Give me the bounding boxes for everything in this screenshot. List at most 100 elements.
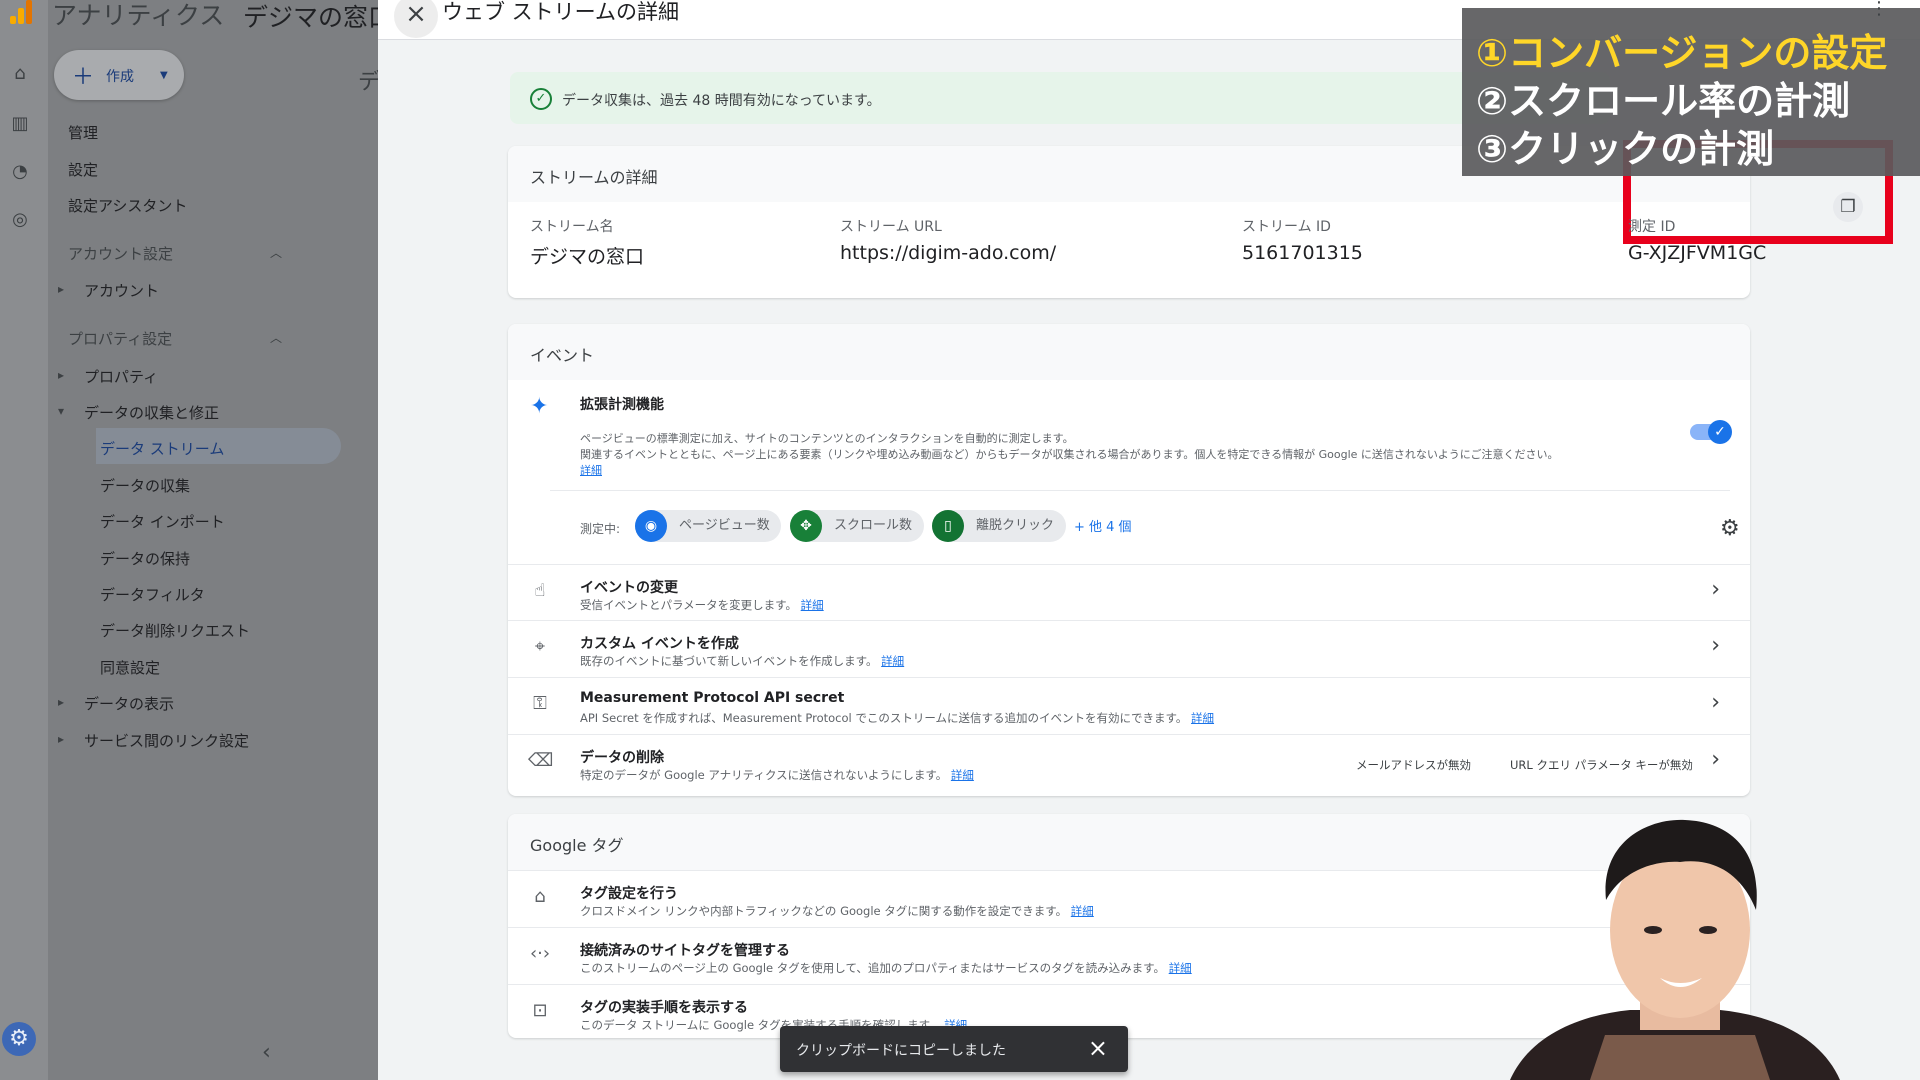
divider bbox=[550, 490, 1730, 491]
sidebar-item-settings[interactable]: 設定 bbox=[68, 159, 98, 180]
sidebar-item-data-retention[interactable]: データの保持 bbox=[100, 548, 190, 569]
chevron-right-icon: › bbox=[1711, 577, 1720, 602]
stream-url-value: https://digim-ado.com/ bbox=[840, 242, 1057, 264]
account-section-header[interactable]: アカウント設定 bbox=[68, 243, 173, 264]
create-label: 作成 bbox=[106, 69, 134, 85]
measurement-id-field: 測定 ID G-XJZJFVM1GC bbox=[1548, 216, 1766, 264]
stream-url-field: ストリーム URL https://digim-ado.com/ bbox=[840, 216, 1056, 264]
analytics-logo bbox=[4, 0, 34, 24]
chevron-right-icon: › bbox=[1711, 747, 1720, 772]
detail-link[interactable]: 詳細 bbox=[951, 768, 974, 782]
reports-icon[interactable]: ▥ bbox=[8, 112, 32, 136]
detail-link[interactable]: 詳細 bbox=[1071, 904, 1094, 918]
measurement-id-value[interactable]: G-XJZJFVM1GC bbox=[1628, 242, 1766, 264]
more-vert-icon[interactable]: ⋮ bbox=[1870, 0, 1888, 19]
row-title: Measurement Protocol API secret bbox=[580, 690, 845, 706]
data-collection-status-banner: ✓ データ収集は、過去 48 時間有効になっています。 bbox=[510, 72, 1610, 124]
row-desc: API Secret を作成すれば、Measurement Protocol で… bbox=[580, 711, 1215, 725]
event-row-create-custom[interactable]: ⌖ カスタム イベントを作成 既存のイベントに基づいて新しいイベントを作成します… bbox=[508, 620, 1750, 677]
row-desc: クロスドメイン リンクや内部トラフィックなどの Google タグに関する動作を… bbox=[580, 904, 1094, 918]
measurement-id-label: 測定 ID bbox=[1628, 219, 1676, 235]
touch-icon: ☝ bbox=[534, 580, 546, 601]
sidebar-item-data-collection-modification[interactable]: データの収集と修正 bbox=[84, 402, 219, 423]
snackbar-toast: クリップボードにコピーしました × bbox=[780, 1026, 1128, 1072]
more-events-link[interactable]: + 他 4 個 bbox=[1074, 516, 1132, 535]
sidebar-item-admin[interactable]: 管理 bbox=[68, 122, 98, 143]
sidebar-item-data-streams[interactable]: データ ストリーム bbox=[100, 438, 224, 459]
toast-text: クリップボードにコピーしました bbox=[796, 1043, 1006, 1059]
row-desc: 受信イベントとパラメータを変更します。 詳細 bbox=[580, 598, 824, 612]
install-icon: ⊡ bbox=[532, 1000, 548, 1021]
collapse-sidebar-icon[interactable]: ‹ bbox=[262, 1040, 271, 1065]
events-header: イベント bbox=[508, 324, 1750, 380]
eye-icon: ◉ bbox=[635, 510, 667, 542]
enhanced-measurement-toggle[interactable]: ✓ bbox=[1690, 420, 1732, 444]
row-title: タグ設定を行う bbox=[580, 886, 678, 902]
key-icon: ⚿ bbox=[533, 693, 547, 714]
copy-icon[interactable]: ❐ bbox=[1833, 192, 1863, 222]
event-row-modify[interactable]: ☝ イベントの変更 受信イベントとパラメータを変更します。 詳細 › bbox=[508, 564, 1750, 620]
top-bar: アナリティクス デジマの窓口 bbox=[0, 0, 393, 32]
enhanced-detail-link[interactable]: 詳細 bbox=[580, 462, 602, 478]
stream-url-label: ストリーム URL bbox=[840, 219, 942, 235]
sidebar-item-data-collection[interactable]: データの収集 bbox=[100, 475, 190, 496]
property-section-header[interactable]: プロパティ設定 bbox=[68, 328, 172, 349]
sidebar-item-product-links[interactable]: サービス間のリンク設定 bbox=[84, 730, 249, 751]
sidebar-item-property[interactable]: プロパティ bbox=[84, 366, 158, 387]
chevron-right-icon: › bbox=[1711, 690, 1720, 715]
chip-scrolls[interactable]: ✥ スクロール数 bbox=[790, 510, 924, 542]
explore-icon[interactable]: ◔ bbox=[8, 160, 32, 184]
sidebar-item-consent-settings[interactable]: 同意設定 bbox=[100, 657, 160, 678]
event-row-data-redaction[interactable]: ⌫ データの削除 特定のデータが Google アナリティクスに送信されないよう… bbox=[508, 734, 1750, 791]
admin-gear-icon[interactable]: ⚙ bbox=[2, 1022, 36, 1056]
sparkle-icon: ✦ bbox=[530, 394, 549, 419]
url-query-status: URL クエリ パラメータ キーが無効 bbox=[1510, 758, 1693, 772]
app-title: アナリティクス bbox=[52, 1, 225, 30]
plus-icon: ＋ bbox=[72, 65, 95, 90]
gear-icon[interactable]: ⚙ bbox=[1720, 516, 1740, 541]
chevron-down-icon: ▾ bbox=[58, 404, 65, 418]
chip-outbound-clicks[interactable]: ▯ 離脱クリック bbox=[932, 510, 1066, 542]
event-row-measurement-protocol[interactable]: ⚿ Measurement Protocol API secret API Se… bbox=[508, 677, 1750, 734]
stream-id-value: 5161701315 bbox=[1242, 242, 1363, 264]
presenter-webcam bbox=[1470, 810, 1890, 1080]
row-desc: 既存のイベントに基づいて新しいイベントを作成します。 詳細 bbox=[580, 654, 905, 668]
advertising-icon[interactable]: ◎ bbox=[8, 208, 32, 232]
sidebar-item-account[interactable]: アカウント bbox=[84, 280, 159, 301]
sidebar-item-data-deletion-requests[interactable]: データ削除リクエスト bbox=[100, 620, 250, 641]
home-icon[interactable]: ⌂ bbox=[8, 62, 32, 86]
scroll-icon: ✥ bbox=[790, 510, 822, 542]
close-icon[interactable]: × bbox=[1088, 1034, 1108, 1062]
detail-link[interactable]: 詳細 bbox=[881, 654, 904, 668]
chevron-up-icon[interactable]: ︿ bbox=[270, 244, 282, 261]
events-card: イベント ✦ 拡張計測機能 ページビューの標準測定に加え、サイトのコンテンツとの… bbox=[508, 324, 1750, 796]
enhanced-measurement-desc1: ページビューの標準測定に加え、サイトのコンテンツとのインタラクションを自動的に測… bbox=[580, 432, 1074, 445]
stream-name-field: ストリーム名 デジマの窓口 bbox=[530, 216, 644, 269]
sidebar-item-data-filters[interactable]: データフィルタ bbox=[100, 584, 205, 605]
sidebar-item-setup-assistant[interactable]: 設定アシスタント bbox=[68, 195, 187, 216]
close-icon[interactable]: × bbox=[394, 0, 438, 38]
measuring-label: 測定中: bbox=[580, 522, 621, 536]
tag-icon: ⌂ bbox=[534, 886, 546, 907]
caption-line-1: ①コンバージョンの設定 bbox=[1476, 31, 1888, 75]
row-title: カスタム イベントを作成 bbox=[580, 636, 739, 652]
sidebar-item-data-display[interactable]: データの表示 bbox=[84, 693, 174, 714]
property-name[interactable]: デジマの窓口 bbox=[243, 0, 393, 34]
code-icon: ‹·› bbox=[529, 943, 551, 964]
chevron-up-icon[interactable]: ︿ bbox=[270, 329, 282, 346]
detail-link[interactable]: 詳細 bbox=[801, 598, 824, 612]
check-icon: ✓ bbox=[1708, 420, 1732, 444]
eraser-icon: ⌫ bbox=[528, 750, 554, 771]
chip-page-views[interactable]: ◉ ページビュー数 bbox=[635, 510, 781, 542]
caption-line-3: ③クリックの計測 bbox=[1476, 127, 1775, 171]
create-button[interactable]: ＋ 作成 ▼ bbox=[54, 50, 184, 100]
detail-link[interactable]: 詳細 bbox=[1191, 711, 1214, 725]
email-status: メールアドレスが無効 bbox=[1356, 758, 1471, 772]
dropdown-icon: ▼ bbox=[160, 70, 168, 81]
hidden-page-header: デ bbox=[358, 70, 381, 95]
video-caption-overlay: ①コンバージョンの設定 ②スクロール率の計測 ③クリックの計測 bbox=[1462, 8, 1920, 176]
detail-link[interactable]: 詳細 bbox=[1169, 961, 1192, 975]
chevron-right-icon: ▸ bbox=[58, 732, 65, 746]
sidebar-item-data-import[interactable]: データ インポート bbox=[100, 511, 225, 532]
mouse-icon: ▯ bbox=[932, 510, 964, 542]
